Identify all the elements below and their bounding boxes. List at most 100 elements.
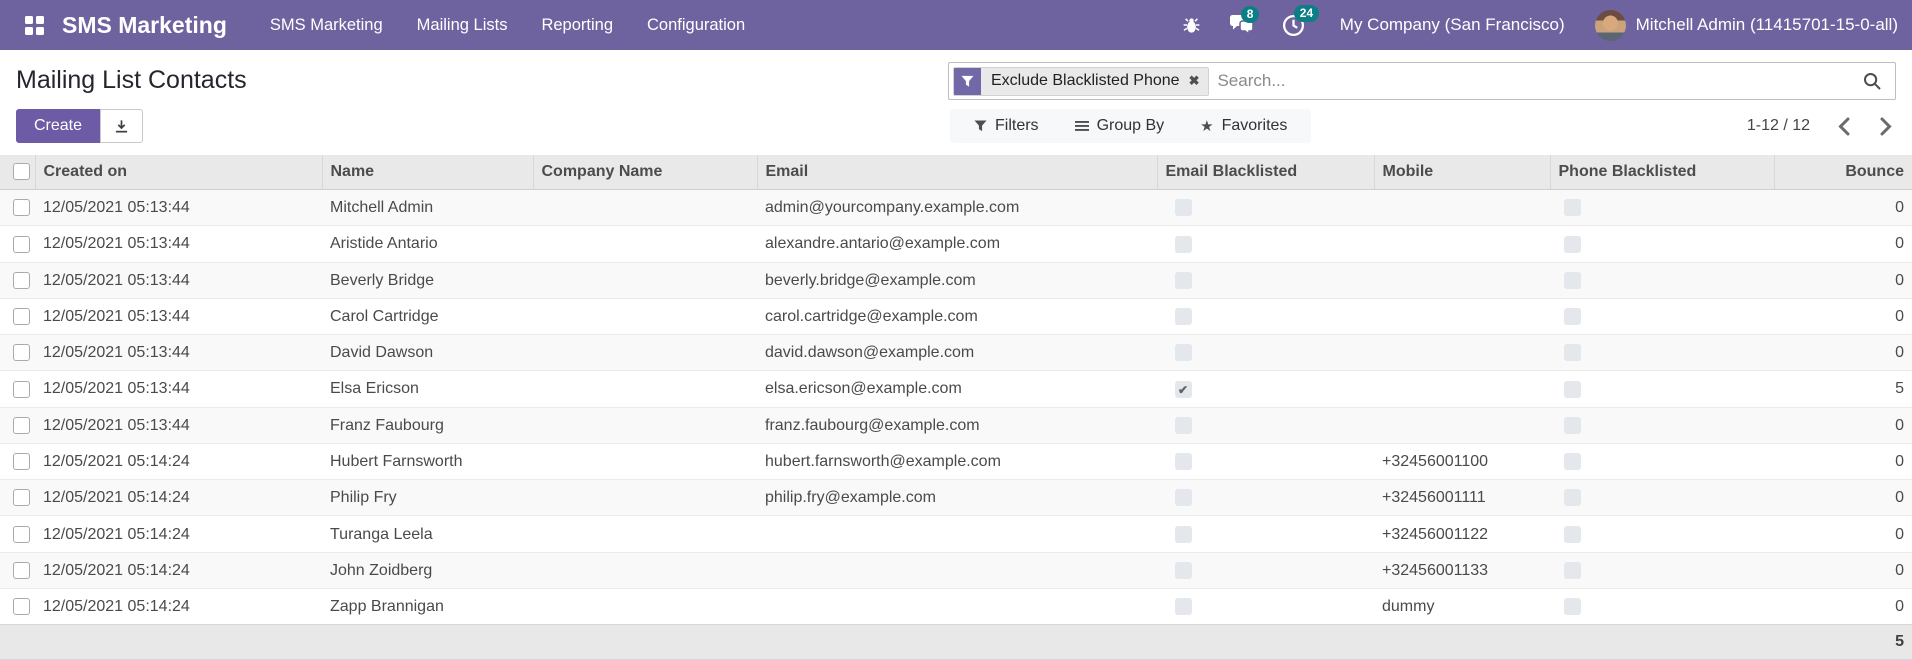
row-select-cell [0, 370, 35, 408]
export-button[interactable] [100, 109, 144, 143]
cell-company-name [533, 442, 757, 480]
column-header-name[interactable]: Name [321, 155, 533, 190]
email-blacklisted-checkbox [1175, 598, 1192, 616]
search-options: Filters Group By ★ Favorites [950, 109, 1312, 143]
column-header-bounce[interactable]: Bounce [1773, 155, 1912, 190]
table-row[interactable]: 12/05/2021 05:13:44 Beverly Bridge beverly… [0, 261, 1912, 299]
table-row[interactable]: 12/05/2021 05:13:44 Elsa Ericson elsa.eric… [0, 370, 1912, 408]
create-button[interactable]: Create [16, 109, 101, 143]
user-menu[interactable]: Mitchell Admin (11415701-15-0-all) [1594, 9, 1898, 41]
column-header-mobile[interactable]: Mobile [1373, 155, 1550, 190]
phone-blacklisted-checkbox [1564, 344, 1581, 362]
debug-bug-icon[interactable] [1181, 15, 1202, 36]
cell-mobile [1374, 334, 1550, 371]
column-header-created-on[interactable]: Created on [34, 155, 322, 190]
cell-mobile [1374, 406, 1550, 444]
row-select-checkbox[interactable] [13, 199, 30, 217]
search-magnifier-icon[interactable] [1863, 72, 1882, 91]
cell-email-blacklisted [1157, 297, 1374, 335]
company-switcher[interactable]: My Company (San Francisco) [1340, 15, 1565, 35]
column-header-phone-blacklisted[interactable]: Phone Blacklisted [1549, 155, 1774, 190]
table-row[interactable]: 12/05/2021 05:14:24 Turanga Leela +3245600… [0, 515, 1912, 553]
row-select-checkbox[interactable] [13, 453, 30, 471]
cell-email: beverly.bridge@example.com [757, 261, 1157, 299]
cell-email: elsa.ericson@example.com [757, 370, 1157, 408]
cell-email-blacklisted [1157, 225, 1374, 263]
page-title: Mailing List Contacts [16, 66, 247, 94]
table-header-row: Created on Name Company Name Email Email Bla… [0, 155, 1912, 190]
menu-item-mailing-lists[interactable]: Mailing Lists [400, 0, 525, 50]
phone-blacklisted-checkbox [1564, 308, 1581, 326]
cell-phone-blacklisted [1550, 261, 1774, 299]
cell-name: Turanga Leela [322, 515, 533, 553]
app-brand-title[interactable]: SMS Marketing [62, 12, 227, 39]
menu-item-sms-marketing[interactable]: SMS Marketing [253, 0, 400, 50]
control-panel: Mailing List Contacts Exclude Blackliste… [0, 50, 1912, 147]
apps-grid-icon [24, 15, 44, 35]
group-by-button[interactable]: Group By [1074, 117, 1164, 135]
cell-email: carol.cartridge@example.com [757, 297, 1157, 335]
cell-created-on: 12/05/2021 05:13:44 [35, 334, 322, 371]
menu-item-configuration[interactable]: Configuration [630, 0, 762, 50]
row-select-checkbox[interactable] [13, 561, 30, 579]
facet-remove-icon[interactable]: ✖ [1189, 68, 1209, 95]
row-select-checkbox[interactable] [13, 344, 30, 362]
row-select-cell [0, 261, 35, 299]
messages-badge: 8 [1240, 5, 1260, 23]
pager: 1-12 / 12 [1747, 117, 1896, 136]
pager-next-button[interactable] [1880, 117, 1892, 136]
menu-item-reporting[interactable]: Reporting [524, 0, 630, 50]
column-header-email-blacklisted[interactable]: Email Blacklisted [1156, 155, 1374, 190]
row-select-checkbox[interactable] [13, 525, 30, 543]
select-all-checkbox[interactable] [13, 163, 30, 181]
cell-company-name [533, 479, 757, 516]
cell-bounce: 0 [1774, 225, 1912, 263]
row-select-checkbox[interactable] [13, 598, 30, 616]
apps-menu-button[interactable] [14, 0, 54, 50]
table-row[interactable]: 12/05/2021 05:14:24 Philip Fry philip.fry@… [0, 479, 1912, 516]
row-select-checkbox[interactable] [13, 235, 30, 253]
cell-mobile: +32456001111 [1374, 479, 1550, 516]
cell-mobile [1374, 190, 1550, 226]
cell-mobile: +32456001122 [1374, 515, 1550, 553]
row-select-checkbox[interactable] [13, 380, 30, 398]
cell-company-name [533, 297, 757, 335]
table-row[interactable]: 12/05/2021 05:14:24 John Zoidberg +3245600… [0, 551, 1912, 589]
cell-name: John Zoidberg [322, 551, 533, 589]
email-blacklisted-checkbox [1175, 344, 1192, 362]
cell-bounce: 0 [1774, 406, 1912, 444]
table-row[interactable]: 12/05/2021 05:13:44 David Dawson david.daw… [0, 334, 1912, 371]
activities-clock-icon[interactable]: 24 [1281, 4, 1320, 38]
row-select-checkbox[interactable] [13, 489, 30, 507]
row-select-checkbox[interactable] [13, 308, 30, 326]
row-select-checkbox[interactable] [13, 416, 30, 434]
favorites-star-icon: ★ [1200, 117, 1214, 135]
table-row[interactable]: 12/05/2021 05:13:44 Franz Faubourg franz.f… [0, 406, 1912, 444]
cell-phone-blacklisted [1550, 587, 1774, 625]
messages-icon[interactable]: 8 [1228, 5, 1260, 37]
table-footer-row: 5 [0, 624, 1912, 660]
column-header-email[interactable]: Email [756, 155, 1157, 190]
pager-previous-button[interactable] [1838, 117, 1850, 136]
table-row[interactable]: 12/05/2021 05:13:44 Carol Cartridge carol.… [0, 297, 1912, 335]
cell-name: David Dawson [322, 334, 533, 371]
favorites-button[interactable]: ★ Favorites [1200, 117, 1287, 135]
column-header-company-name[interactable]: Company Name [532, 155, 757, 190]
cell-email: philip.fry@example.com [757, 479, 1157, 516]
cell-name: Beverly Bridge [322, 261, 533, 299]
table-row[interactable]: 12/05/2021 05:13:44 Mitchell Admin admin@y… [0, 189, 1912, 226]
filters-funnel-icon [974, 120, 987, 132]
cell-phone-blacklisted [1550, 479, 1774, 516]
systray: 8 24 My Company (San Francisco) Mitchell… [1155, 4, 1898, 41]
cell-mobile [1374, 225, 1550, 263]
table-row[interactable]: 12/05/2021 05:13:44 Aristide Antario alexa… [0, 225, 1912, 263]
user-avatar [1594, 9, 1626, 41]
table-row[interactable]: 12/05/2021 05:14:24 Zapp Brannigan dummy 0 [0, 587, 1912, 625]
row-select-checkbox[interactable] [13, 271, 30, 289]
cell-bounce: 0 [1774, 479, 1912, 516]
cell-bounce: 0 [1774, 261, 1912, 299]
cell-mobile [1374, 370, 1550, 408]
search-input[interactable] [1209, 71, 1859, 91]
table-row[interactable]: 12/05/2021 05:14:24 Hubert Farnsworth hube… [0, 442, 1912, 480]
filters-button[interactable]: Filters [974, 117, 1039, 135]
